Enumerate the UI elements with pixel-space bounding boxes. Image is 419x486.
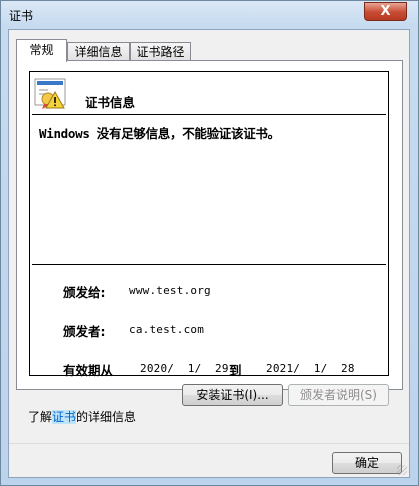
tab-details[interactable]: 详细信息 [67,42,130,61]
issuer-statement-button[interactable]: 颁发者说明(S) [288,384,389,406]
issued-by-value: ca.test.com [129,323,205,336]
tab-certification-path[interactable]: 证书路径 [130,42,191,61]
window-title: 证书 [9,9,34,23]
validity-label: 有效期从 [63,363,114,378]
learn-more-link[interactable]: 证书 [52,410,77,424]
install-certificate-button[interactable]: 安装证书(I)... [182,384,283,406]
verification-message: Windows 没有足够信息，不能验证该证书。 [39,126,280,141]
issued-by-label: 颁发者: [63,324,106,339]
issued-to-value: www.test.org [129,284,211,297]
close-icon: X [380,4,391,19]
certificate-info-heading: 证书信息 [85,95,136,110]
valid-to-value: 2021/ 1/ 28 [266,362,355,375]
learn-more-suffix: 的详细信息 [76,410,137,424]
issued-to-label: 颁发给: [63,285,106,300]
ok-button[interactable]: 确定 [332,452,402,474]
close-button[interactable]: X [364,2,407,21]
certificate-warning-icon [34,78,66,109]
validity-to-label: 到 [229,363,242,378]
divider [32,264,386,265]
dialog-client-area: 常规 详细信息 证书路径 证书信息 Windows 没有足够信息，不能验证该证书… [8,29,410,478]
valid-from-value: 2020/ 1/ 29 [140,362,229,375]
certificate-info-box: 证书信息 Windows 没有足够信息，不能验证该证书。 颁发给: www.te… [29,71,389,378]
divider [32,114,386,115]
certificate-dialog: 证书 X 常规 详细信息 证书路径 证书信息 Windows 没有足够信息，不能… [0,0,419,486]
learn-more-prefix: 了解 [28,410,53,424]
resize-grip[interactable] [397,465,407,475]
tab-general[interactable]: 常规 [16,39,67,62]
learn-more-text: 了解证书的详细信息 [28,408,136,425]
general-tab-panel: 证书信息 Windows 没有足够信息，不能验证该证书。 颁发给: www.te… [16,60,403,390]
